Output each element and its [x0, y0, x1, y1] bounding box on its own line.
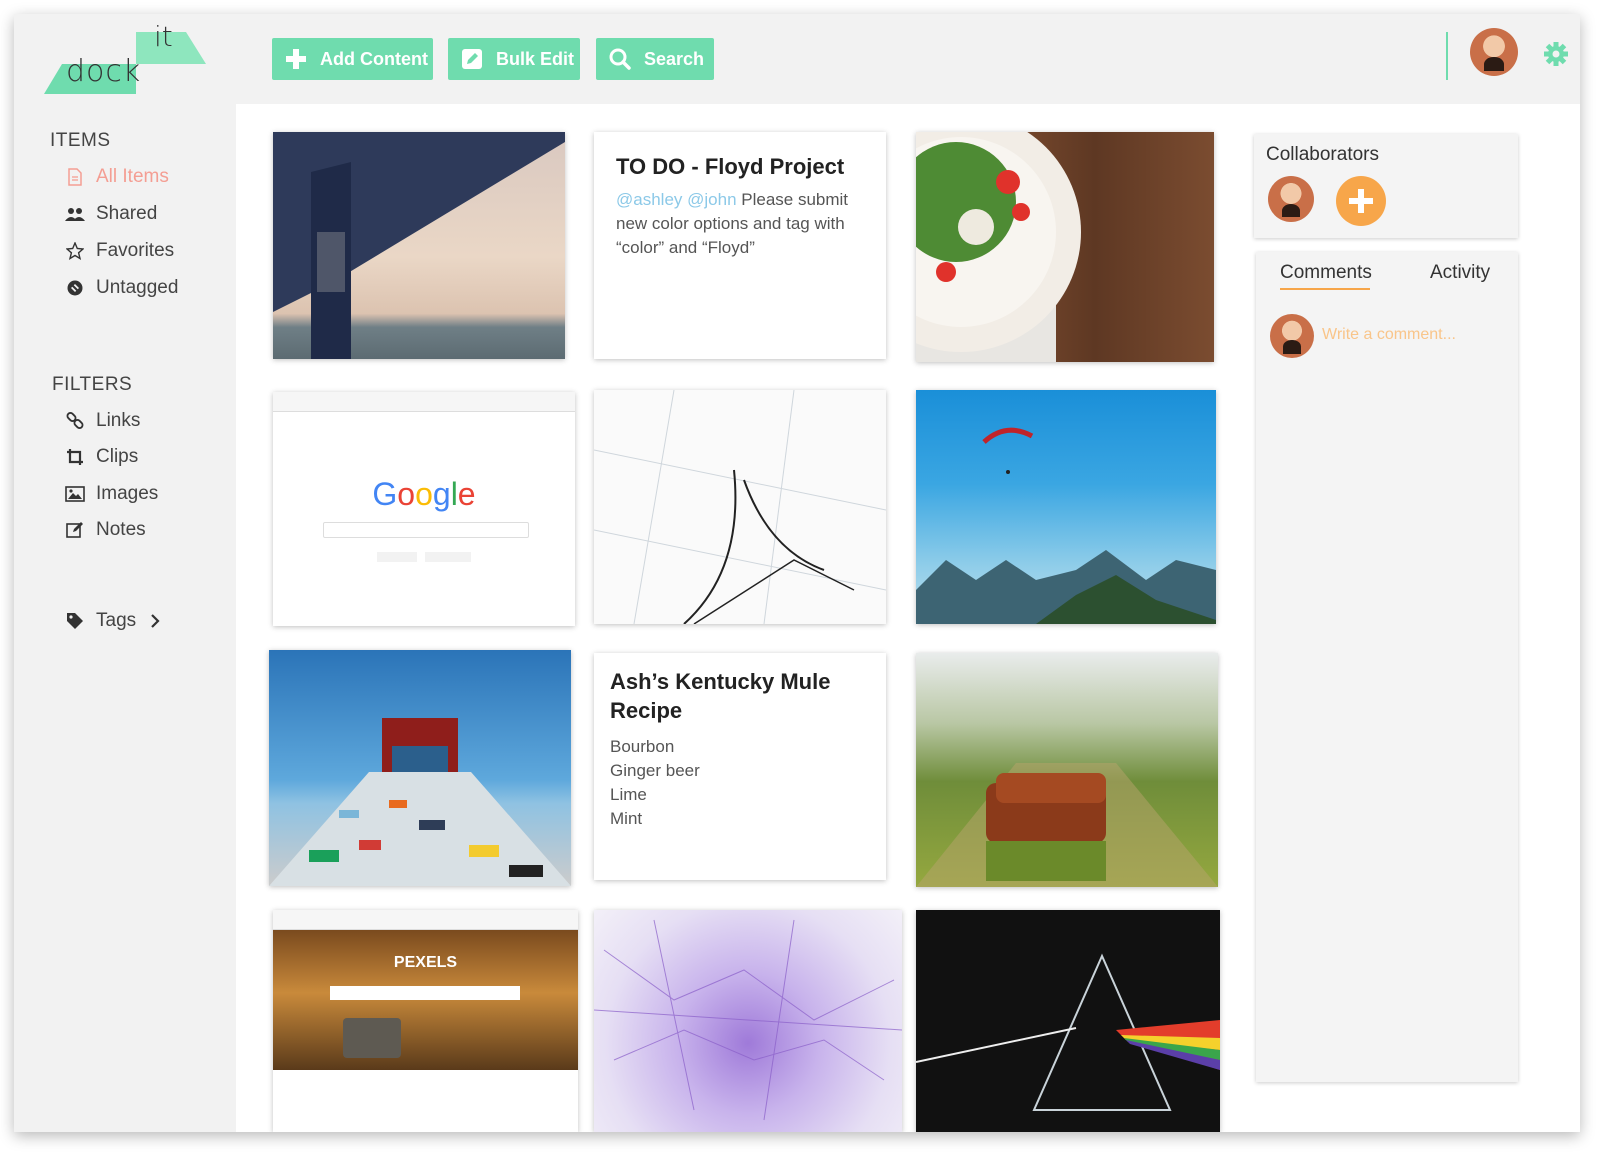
card-bridge-image[interactable] — [273, 132, 565, 359]
app-window: it dock Add Content Bulk Edit Search ITE… — [14, 14, 1580, 1132]
sidebar-item-label: Images — [96, 483, 159, 504]
sidebar-item-label: Shared — [96, 203, 158, 224]
crop-icon — [64, 446, 86, 468]
prism-photo — [916, 953, 1220, 1111]
sidebar-item-links[interactable]: Links — [64, 410, 140, 432]
logo-text-dock: dock — [66, 54, 142, 89]
list-item: Bourbon — [610, 737, 675, 756]
note-mentions[interactable]: @ashley @john — [616, 190, 737, 209]
collaborators-title: Collaborators — [1266, 144, 1379, 165]
card-bag-image[interactable] — [916, 653, 1218, 887]
sidebar-item-favorites[interactable]: Favorites — [64, 240, 174, 262]
link-icon — [64, 410, 86, 432]
edit-icon — [64, 519, 86, 541]
card-salad-image[interactable] — [916, 132, 1214, 362]
list-item: Mint — [610, 809, 643, 828]
user-avatar[interactable] — [1470, 28, 1518, 76]
sidebar-item-tags[interactable]: Tags — [64, 610, 160, 632]
sidebar-item-clips[interactable]: Clips — [64, 446, 138, 468]
card-recipe-note[interactable]: Ash’s Kentucky Mule Recipe Bourbon Ginge… — [594, 653, 886, 880]
note-body: @ashley @john Please submit new color op… — [616, 188, 864, 260]
card-network-image[interactable] — [594, 910, 902, 1132]
note-title: Ash’s Kentucky Mule Recipe — [610, 669, 831, 723]
list-item: Ginger beer — [610, 761, 700, 780]
pexels-search-box — [330, 986, 520, 1000]
bulk-edit-button[interactable]: Bulk Edit — [448, 38, 580, 80]
card-paraglider-image[interactable] — [916, 390, 1216, 624]
image-icon — [64, 483, 86, 505]
card-prism-image[interactable] — [916, 910, 1220, 1132]
chevron-right-icon — [150, 613, 160, 629]
sidebar-item-label: Favorites — [96, 240, 175, 261]
van-shape — [343, 1018, 401, 1058]
plus-icon — [284, 47, 308, 71]
users-icon — [64, 203, 86, 225]
salad-photo — [916, 132, 1081, 362]
sidebar: ITEMS All Items Shared Favorites Untagge… — [14, 104, 236, 1132]
tab-comments[interactable]: Comments — [1280, 262, 1372, 284]
bulk-edit-label: Bulk Edit — [496, 48, 575, 69]
network-photo — [594, 919, 902, 1121]
sidebar-item-untagged[interactable]: Untagged — [64, 277, 178, 299]
card-sketch-image[interactable] — [594, 390, 886, 624]
comments-panel: Comments Activity — [1256, 252, 1518, 1082]
document-icon — [64, 166, 86, 188]
collaborators-panel: Collaborators — [1254, 134, 1518, 238]
active-tab-indicator — [1280, 288, 1370, 290]
sidebar-item-label: Tags — [96, 610, 137, 631]
architecture-photo — [269, 718, 571, 886]
sketch-photo — [594, 390, 886, 624]
comment-input[interactable] — [1322, 322, 1502, 348]
sidebar-item-images[interactable]: Images — [64, 483, 158, 505]
bridge-photo — [273, 132, 565, 359]
paraglider-photo — [916, 427, 1216, 624]
logo-text-it: it — [154, 20, 173, 53]
tag-icon — [64, 610, 86, 632]
card-todo-note[interactable]: TO DO - Floyd Project @ashley @john Plea… — [594, 132, 886, 359]
filters-section-title: FILTERS — [52, 374, 133, 395]
tab-activity[interactable]: Activity — [1430, 262, 1490, 284]
header-divider — [1446, 32, 1448, 80]
commenter-avatar — [1270, 314, 1314, 358]
plus-icon — [1349, 189, 1373, 213]
browser-bar — [273, 910, 578, 930]
gear-icon[interactable] — [1542, 40, 1570, 68]
card-google-clip[interactable]: Google — [273, 392, 575, 626]
search-label: Search — [644, 48, 705, 69]
sidebar-item-notes[interactable]: Notes — [64, 519, 146, 541]
browser-bar — [273, 392, 575, 412]
google-button — [377, 552, 417, 562]
card-architecture-image[interactable] — [269, 650, 571, 886]
ingredient-list: Bourbon Ginger beer Lime Mint — [610, 735, 870, 831]
collaborator-avatar[interactable] — [1268, 176, 1314, 222]
itdock-logo[interactable]: it dock — [44, 20, 214, 94]
note-title: TO DO - Floyd Project — [616, 154, 845, 179]
bag-photo — [916, 763, 1218, 887]
search-button[interactable]: Search — [596, 38, 714, 80]
top-bar: it dock Add Content Bulk Edit Search — [14, 14, 1580, 104]
google-logo: Google — [372, 476, 476, 512]
google-button — [425, 552, 471, 562]
sidebar-item-label: Links — [96, 410, 141, 431]
add-collaborator-button[interactable] — [1336, 176, 1386, 226]
add-content-label: Add Content — [320, 48, 428, 69]
items-section-title: ITEMS — [50, 130, 111, 151]
sidebar-item-label: Untagged — [96, 277, 179, 298]
untagged-icon — [64, 277, 86, 299]
sidebar-item-label: All Items — [96, 166, 169, 187]
sidebar-item-label: Notes — [96, 519, 146, 540]
pexels-title: PEXELS — [393, 954, 458, 971]
search-icon — [608, 47, 632, 71]
star-icon — [64, 240, 86, 262]
sidebar-item-all-items[interactable]: All Items — [64, 166, 169, 188]
sidebar-item-shared[interactable]: Shared — [64, 203, 157, 225]
pencil-icon — [460, 47, 484, 71]
pexels-banner: PEXELS — [273, 930, 578, 1070]
sidebar-item-label: Clips — [96, 446, 139, 467]
google-search-box — [323, 522, 529, 538]
card-pexels-clip[interactable]: PEXELS — [273, 910, 578, 1132]
add-content-button[interactable]: Add Content — [272, 38, 433, 80]
list-item: Lime — [610, 785, 647, 804]
